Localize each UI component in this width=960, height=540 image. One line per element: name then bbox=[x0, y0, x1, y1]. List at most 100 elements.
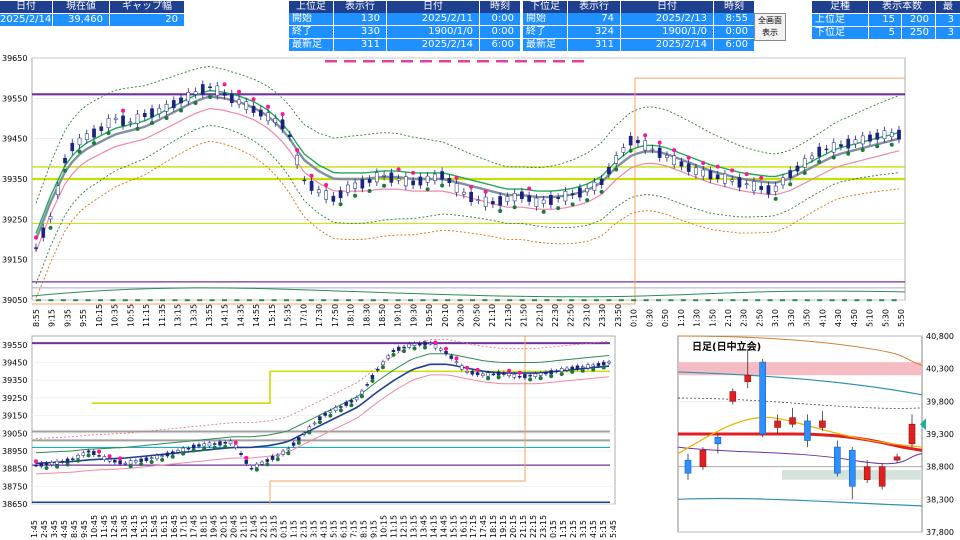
candle-body bbox=[447, 178, 452, 184]
lower-row-label: 表示行 bbox=[568, 1, 620, 13]
x-tick-label: 19:15 bbox=[499, 515, 508, 538]
signal-dot bbox=[48, 225, 53, 230]
x-tick-label: 14:15 bbox=[130, 515, 139, 538]
x-tick-label: 2:15 bbox=[569, 520, 578, 538]
signal-dot bbox=[118, 456, 123, 461]
y-tick-label: 38650 bbox=[2, 500, 27, 509]
signal-dot bbox=[107, 454, 112, 459]
x-tick-label: 22:30 bbox=[551, 304, 560, 327]
candle-body bbox=[265, 459, 270, 462]
signal-dot bbox=[128, 464, 133, 469]
candle-body bbox=[570, 193, 575, 196]
volume-marker bbox=[48, 299, 54, 302]
candle-body bbox=[418, 176, 423, 186]
candle-body bbox=[621, 147, 626, 153]
intraday-chart-upper: 39650 39550 39450 39350 39250 39150 39050 8:55 9… bbox=[2, 54, 906, 327]
x-tick-label: 11:15 bbox=[389, 515, 398, 538]
signal-dot bbox=[570, 202, 575, 207]
candle-body bbox=[155, 455, 159, 460]
alert-marker bbox=[420, 60, 432, 63]
candle-body bbox=[788, 170, 793, 179]
x-tick-label: 2:15 bbox=[300, 520, 309, 538]
x-tick-label: 17:30 bbox=[315, 304, 324, 327]
candle-body bbox=[402, 346, 406, 349]
x-tick-label: 14:15 bbox=[429, 515, 438, 538]
candle-body bbox=[454, 361, 459, 364]
daily-candle-body bbox=[789, 417, 796, 425]
current-price-label: 現在値 bbox=[53, 1, 109, 13]
candle-body bbox=[370, 374, 375, 379]
x-tick-label: 14:55 bbox=[252, 304, 261, 327]
x-tick-label: 12:15 bbox=[399, 515, 408, 538]
x-tick-label: 4:30 bbox=[834, 309, 843, 327]
volume-marker bbox=[271, 299, 277, 302]
candle-body bbox=[686, 163, 691, 172]
fullscreen-button[interactable]: 全画面 表示 bbox=[754, 13, 786, 41]
candle-body bbox=[449, 355, 454, 359]
candle-body bbox=[244, 101, 249, 110]
candle-body bbox=[118, 460, 122, 465]
x-tick-label: 18:10 bbox=[347, 304, 356, 327]
x-tick-label: 8:45 bbox=[70, 520, 79, 538]
daily-candle-body bbox=[908, 423, 916, 445]
candle-body bbox=[328, 410, 333, 413]
x-tick-label: 0:15 bbox=[549, 520, 558, 538]
candle-body bbox=[255, 463, 259, 468]
signal-dot bbox=[338, 202, 343, 207]
candle-body bbox=[469, 191, 473, 203]
x-tick-label: 3:30 bbox=[787, 309, 796, 327]
x-tick-label: 19:50 bbox=[425, 304, 434, 327]
daily-candle-body bbox=[863, 466, 871, 481]
x-tick-label: 22:15 bbox=[260, 515, 269, 538]
candle-body bbox=[694, 167, 698, 175]
candle-body bbox=[802, 158, 807, 168]
x-tick-label: 17:15 bbox=[469, 515, 478, 538]
candle-body bbox=[596, 363, 601, 367]
y-tick-label: 39,800 bbox=[926, 397, 954, 406]
signal-dot bbox=[367, 189, 372, 194]
signal-dot bbox=[538, 376, 543, 381]
volume-marker bbox=[346, 299, 351, 302]
candle-body bbox=[773, 185, 778, 192]
signal-dot bbox=[328, 413, 333, 418]
candle-body bbox=[382, 175, 386, 177]
upper-cell-0-0: 開始 bbox=[289, 13, 333, 25]
candle-body bbox=[239, 453, 243, 456]
signal-dot bbox=[86, 453, 91, 458]
x-tick-label: 19:10 bbox=[394, 304, 403, 327]
candle-body bbox=[157, 107, 162, 115]
lower-cell-1-3: 0:00 bbox=[714, 26, 754, 38]
candle-body bbox=[97, 455, 101, 457]
volume-marker bbox=[222, 299, 227, 302]
x-tick-label: 17:15 bbox=[180, 515, 189, 538]
upper-cell-2-0: 最新足 bbox=[289, 39, 333, 51]
x-tick-label: 22:15 bbox=[529, 515, 538, 538]
signal-dot bbox=[517, 370, 522, 375]
signal-dot bbox=[179, 108, 184, 113]
candle-body bbox=[853, 139, 858, 145]
candle-body bbox=[55, 185, 60, 196]
volume-marker bbox=[643, 299, 649, 302]
volume-marker bbox=[160, 299, 165, 302]
candle-body bbox=[333, 407, 338, 412]
candle-body bbox=[533, 373, 538, 377]
signal-dot bbox=[454, 356, 459, 361]
x-tick-label: 0:50 bbox=[661, 309, 670, 327]
signal-dot bbox=[580, 368, 585, 373]
volume-marker bbox=[631, 299, 637, 302]
signal-dot bbox=[444, 346, 449, 351]
y-tick-label: 38,300 bbox=[926, 495, 954, 504]
candle-body bbox=[591, 364, 595, 367]
candle-body bbox=[228, 440, 233, 445]
lower-cell-2-0: 最新足 bbox=[523, 39, 567, 51]
upper-cell-1-2: 1900/1/0 bbox=[387, 26, 479, 38]
candle-body bbox=[237, 99, 241, 105]
candle-body bbox=[389, 172, 394, 183]
signal-dot bbox=[65, 462, 70, 467]
x-tick-label: 14:45 bbox=[439, 515, 448, 538]
gap-width-label: ギャップ幅 bbox=[110, 1, 184, 13]
candle-body bbox=[349, 400, 354, 403]
candle-body bbox=[636, 140, 640, 144]
candle-body bbox=[316, 189, 321, 194]
candle-body bbox=[601, 361, 606, 366]
